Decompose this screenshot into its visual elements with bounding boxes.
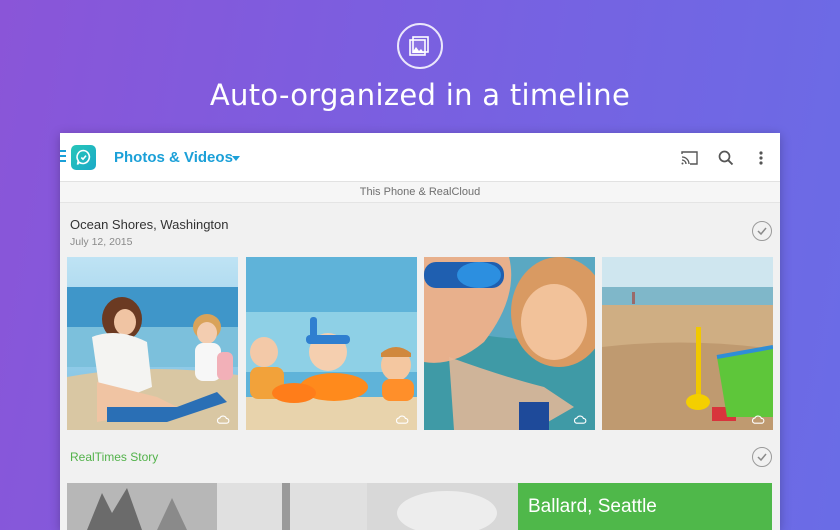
select-album-check-icon[interactable] [752, 221, 772, 241]
photo-thumbnail-1[interactable] [67, 257, 238, 430]
cast-icon[interactable] [679, 148, 699, 168]
app-window: Photos & Videos This Phone & RealCloud O… [60, 133, 780, 530]
photo-thumbnail-3[interactable] [424, 257, 595, 430]
story-title[interactable]: RealTimes Story [70, 450, 158, 464]
realplayer-logo[interactable] [71, 145, 96, 170]
story-banner-title[interactable]: Ballard, Seattle [518, 483, 772, 530]
cloud-icon [216, 415, 230, 424]
album-title[interactable]: Ocean Shores, Washington [70, 217, 229, 232]
cloud-icon [751, 415, 765, 424]
app-toolbar: Photos & Videos [60, 133, 780, 182]
cloud-icon [573, 415, 587, 424]
cloud-icon [395, 415, 409, 424]
menu-icon[interactable] [60, 150, 66, 164]
more-vert-icon[interactable] [751, 148, 771, 168]
source-filter[interactable]: This Phone & RealCloud [60, 182, 780, 203]
select-story-check-icon[interactable] [752, 447, 772, 467]
promo-headline: Auto-organized in a timeline [209, 78, 631, 112]
chevron-down-icon[interactable] [232, 156, 240, 161]
photo-thumbnail-2[interactable] [246, 257, 417, 430]
album-date: July 12, 2015 [70, 236, 133, 248]
app-title-dropdown[interactable]: Photos & Videos [114, 149, 233, 166]
promo-photos-icon [397, 23, 443, 69]
photo-thumbnail-4[interactable] [602, 257, 773, 430]
search-icon[interactable] [716, 148, 736, 168]
